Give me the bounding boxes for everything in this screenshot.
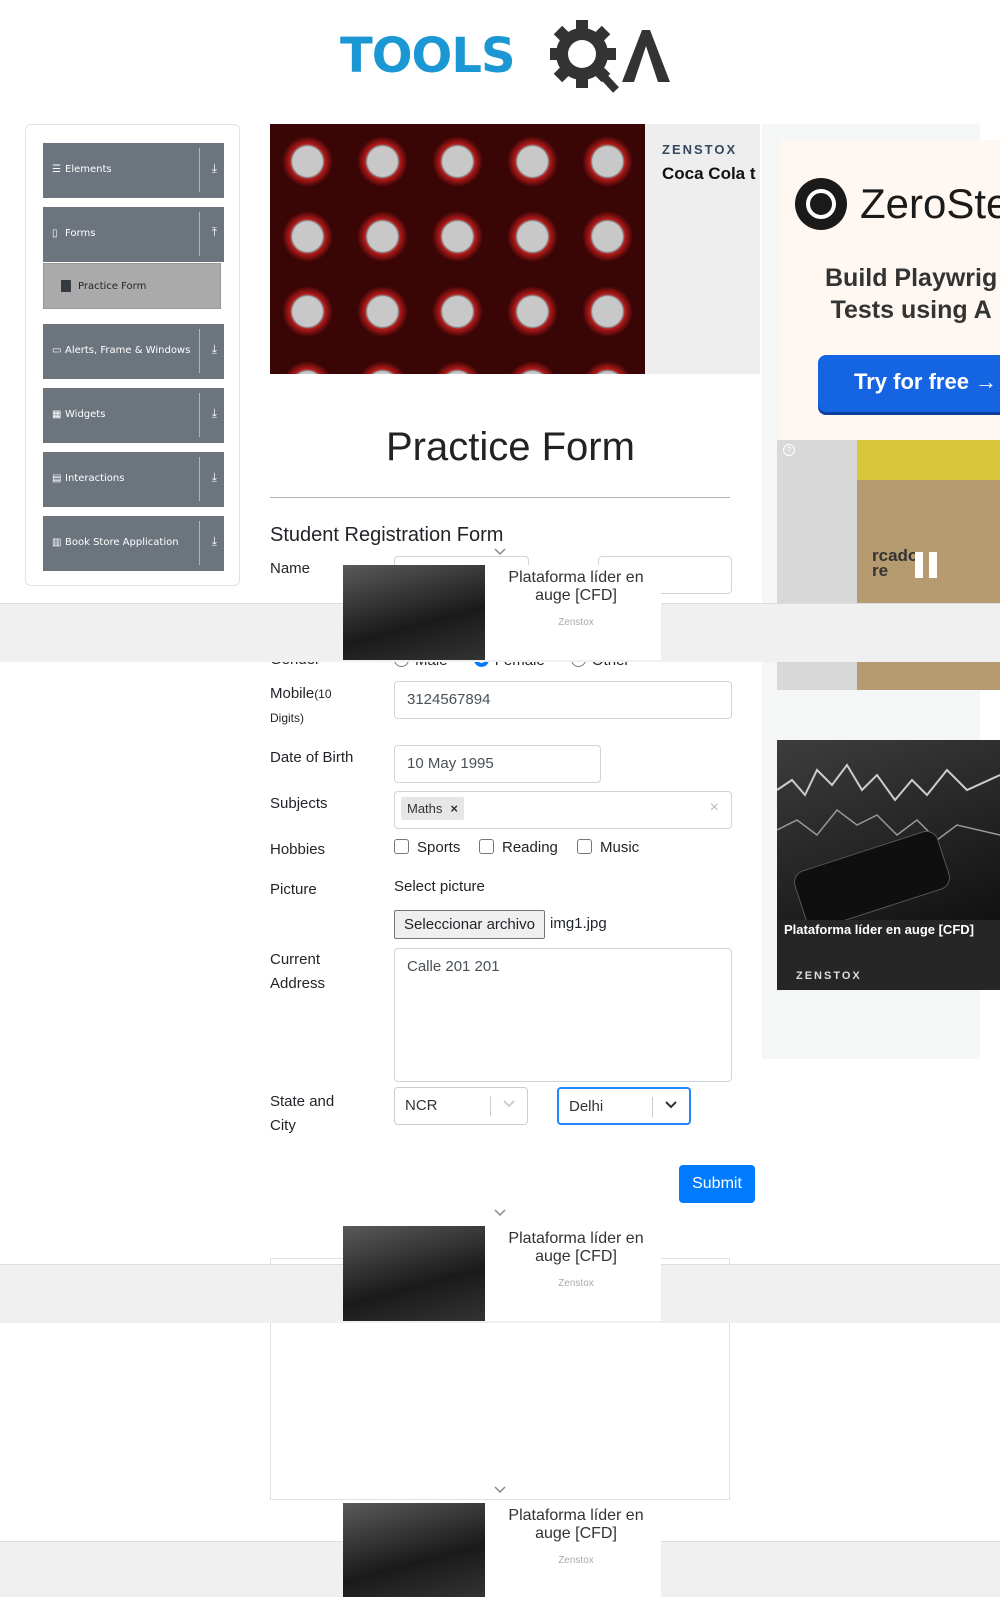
popup-ad-image: [343, 1503, 485, 1597]
html5-icon: [61, 280, 71, 292]
submit-button[interactable]: Submit: [679, 1165, 755, 1203]
expand-down-icon: ⤓: [211, 342, 217, 356]
book-icon: ▥: [52, 537, 62, 548]
cfd-ad-title: Plataforma líder en auge [CFD]: [784, 922, 974, 937]
sidebar-group-book-store[interactable]: ▥ Book Store Application ⤓: [43, 516, 224, 571]
chevron-down-icon: [665, 1101, 677, 1109]
popup-ad-text: Plataforma líder en auge [CFD]: [508, 569, 644, 604]
popup-ad-text: Plataforma líder en auge [CFD]: [508, 1230, 644, 1265]
state-city-label: State and City: [270, 1093, 335, 1134]
popup-ad[interactable]: Plataforma líder en auge [CFD] Zenstox: [343, 1226, 661, 1321]
sidebar-group-interactions[interactable]: ▤ Interactions ⤓: [43, 452, 224, 507]
popup-ad[interactable]: Plataforma líder en auge [CFD] Zenstox: [343, 1503, 661, 1597]
expand-down-icon: ⤓: [211, 534, 217, 548]
zerostep-ad-line1: Build Playwrig: [825, 264, 998, 292]
divider: [270, 497, 730, 498]
sidebar-item-label: Practice Form: [78, 281, 147, 292]
popup-ad-brand: Zenstox: [558, 1278, 594, 1289]
banner-ad-brand: ZENSTOX: [662, 142, 738, 157]
zerostep-ad-text: Build Playwrig Tests using A: [825, 262, 997, 326]
gear-qa-icon: [550, 20, 670, 93]
popup-ad[interactable]: Plataforma líder en auge [CFD] Zenstox: [343, 565, 661, 660]
list-icon: ☰: [52, 164, 61, 175]
subjects-input[interactable]: Maths × ×: [394, 791, 732, 829]
expand-down-icon: ⤓: [211, 161, 217, 175]
page-title: Practice Form: [386, 425, 635, 469]
choose-file-button[interactable]: Seleccionar archivo: [394, 910, 545, 939]
city-select[interactable]: Delhi: [557, 1087, 691, 1125]
file-name: img1.jpg: [550, 915, 607, 932]
sidebar-item-practice-form[interactable]: Practice Form: [43, 263, 221, 309]
cfd-ad[interactable]: Plataforma líder en auge [CFD] ZENSTOX: [777, 740, 1000, 990]
pause-icon[interactable]: [915, 552, 939, 578]
sidebar-group-label: Interactions: [65, 473, 125, 484]
clear-icon[interactable]: ×: [710, 799, 719, 817]
forms-icon: ▯: [52, 228, 58, 239]
zerostep-ad-line2: Tests using A: [830, 296, 992, 324]
remove-chip-icon[interactable]: ×: [450, 801, 458, 816]
sidebar-group-widgets[interactable]: ▦ Widgets ⤓: [43, 388, 224, 443]
sidebar: ☰ Elements ⤓ ▯ Forms ⤒ Practice Form ▭ A…: [25, 124, 240, 586]
sidebar-group-label: Alerts, Frame & Windows: [65, 345, 191, 356]
popup-ad-image: [343, 565, 485, 660]
sidebar-group-forms[interactable]: ▯ Forms ⤒: [43, 207, 224, 262]
interactions-icon: ▤: [52, 473, 62, 484]
sidebar-group-alerts[interactable]: ▭ Alerts, Frame & Windows ⤓: [43, 324, 224, 379]
widgets-icon: ▦: [52, 409, 62, 420]
toolsqa-logo[interactable]: TOOLS: [340, 14, 670, 94]
chevron-down-icon[interactable]: [493, 1208, 507, 1218]
sidebar-group-label: Elements: [65, 164, 112, 175]
hobby-music-checkbox[interactable]: Music: [577, 839, 639, 856]
subject-chip: Maths ×: [401, 797, 464, 820]
hobbies-label: Hobbies: [270, 841, 326, 858]
ad-info-icon[interactable]: ?: [783, 444, 795, 456]
popup-ad-brand: Zenstox: [558, 1555, 594, 1566]
picture-label: Picture: [270, 881, 317, 898]
logo-text: TOOLS: [340, 28, 516, 84]
state-select[interactable]: NCR: [394, 1087, 528, 1125]
expand-down-icon: ⤓: [211, 406, 217, 420]
sidebar-group-elements[interactable]: ☰ Elements ⤓: [43, 143, 224, 198]
popup-ad-image: [343, 1226, 485, 1321]
chevron-down-icon[interactable]: [493, 547, 507, 557]
window-icon: ▭: [52, 345, 62, 356]
zerostep-ad-name: ZeroSte: [860, 180, 1000, 227]
select-picture-label: Select picture: [394, 878, 485, 895]
mobile-input[interactable]: 3124567894: [394, 681, 732, 719]
video-ad-label: rcado re: [872, 546, 919, 580]
popup-ad-brand: Zenstox: [558, 617, 594, 628]
sidebar-group-label: Widgets: [65, 409, 106, 420]
stock-chart-image: [777, 740, 1000, 920]
sidebar-group-label: Forms: [65, 228, 96, 239]
hobby-sports-checkbox[interactable]: Sports: [394, 839, 460, 856]
chevron-down-icon[interactable]: [493, 1485, 507, 1495]
popup-ad-text: Plataforma líder en auge [CFD]: [508, 1507, 644, 1542]
sidebar-group-label: Book Store Application: [65, 537, 179, 548]
form-heading: Student Registration Form: [270, 524, 504, 546]
collapse-up-icon: ⤒: [211, 225, 217, 239]
try-for-free-button[interactable]: Try for free →: [818, 355, 1000, 412]
dob-label: Date of Birth: [270, 749, 354, 766]
mobile-label: Mobile(10 Digits): [270, 685, 332, 725]
current-address-label: Current Address: [270, 951, 326, 992]
cfd-ad-brand: ZENSTOX: [796, 970, 862, 982]
banner-ad-image[interactable]: [270, 124, 645, 374]
banner-ad-title[interactable]: Coca Cola t: [662, 164, 760, 184]
date-of-birth-input[interactable]: 10 May 1995: [394, 745, 601, 783]
hobby-reading-checkbox[interactable]: Reading: [479, 839, 558, 856]
banner-ad-panel[interactable]: [645, 124, 760, 374]
expand-down-icon: ⤓: [211, 470, 217, 484]
chevron-down-icon: [503, 1100, 515, 1108]
subjects-label: Subjects: [270, 795, 328, 812]
name-label: Name: [270, 560, 311, 577]
current-address-textarea[interactable]: Calle 201 201: [394, 948, 732, 1082]
